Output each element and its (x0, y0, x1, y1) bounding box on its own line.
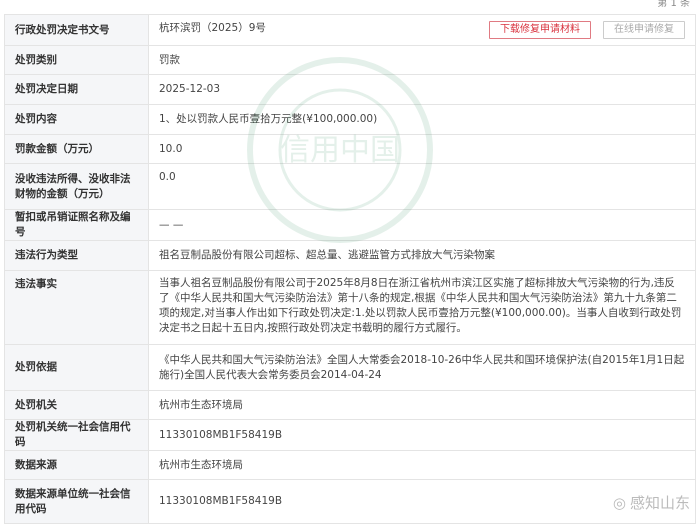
row-value: 罚款 (148, 45, 696, 75)
table-row: 没收违法所得、没收非法财物的金额（万元） 0.0 (4, 163, 696, 210)
table-row: 处罚内容 1、处以罚款人民币壹拾万元整(¥100,000.00) (4, 104, 696, 135)
row-label: 没收违法所得、没收非法财物的金额（万元） (4, 163, 149, 210)
row-value: — — (148, 209, 696, 241)
row-label: 处罚内容 (4, 104, 149, 135)
table-row: 行政处罚决定书文号 杭环滨罚（2025）9号 下载修复申请材料 在线申请修复 (4, 14, 696, 46)
penalty-record-table: 行政处罚决定书文号 杭环滨罚（2025）9号 下载修复申请材料 在线申请修复 处罚… (4, 14, 696, 524)
row-value: 杭环滨罚（2025）9号 下载修复申请材料 在线申请修复 (148, 14, 696, 46)
row-value: 0.0 (148, 163, 696, 210)
row-label: 数据来源 (4, 450, 149, 480)
row-label: 暂扣或吊销证照名称及编号 (4, 209, 149, 241)
row-label: 处罚类别 (4, 45, 149, 75)
download-repair-materials-button[interactable]: 下载修复申请材料 (489, 21, 591, 39)
row-value: 祖名豆制品股份有限公司超标、超总量、逃避监管方式排放大气污染物案 (148, 240, 696, 271)
row-value: 1、处以罚款人民币壹拾万元整(¥100,000.00) (148, 104, 696, 135)
table-row: 处罚机关统一社会信用代码 11330108MB1F58419B (4, 419, 696, 451)
table-row: 处罚依据 《中华人民共和国大气污染防治法》全国人大常委会2018-10-26中华… (4, 344, 696, 391)
row-value: 10.0 (148, 134, 696, 164)
row-label: 违法事实 (4, 270, 149, 345)
row-label: 处罚依据 (4, 344, 149, 391)
table-row: 数据来源 杭州市生态环境局 (4, 450, 696, 480)
decision-number: 杭环滨罚（2025）9号 (159, 22, 266, 34)
table-row: 暂扣或吊销证照名称及编号 — — (4, 209, 696, 241)
table-row: 违法事实 当事人祖名豆制品股份有限公司于2025年8月8日在浙江省杭州市滨江区实… (4, 270, 696, 345)
row-label: 处罚决定日期 (4, 74, 149, 105)
table-row: 违法行为类型 祖名豆制品股份有限公司超标、超总量、逃避监管方式排放大气污染物案 (4, 240, 696, 271)
row-label: 行政处罚决定书文号 (4, 14, 149, 46)
table-row: 处罚决定日期 2025-12-03 (4, 74, 696, 105)
row-value: 2025-12-03 (148, 74, 696, 105)
row-value: 杭州市生态环境局 (148, 390, 696, 420)
row-value: 《中华人民共和国大气污染防治法》全国人大常委会2018-10-26中华人民共和国… (148, 344, 696, 391)
row-label: 处罚机关 (4, 390, 149, 420)
row-value: 11330108MB1F58419B (148, 419, 696, 451)
table-row: 处罚机关 杭州市生态环境局 (4, 390, 696, 420)
online-repair-application-button[interactable]: 在线申请修复 (603, 21, 685, 39)
table-row: 处罚类别 罚款 (4, 45, 696, 75)
row-value: 杭州市生态环境局 (148, 450, 696, 480)
page-indicator: 第 1 条 (657, 0, 690, 9)
repair-actions: 下载修复申请材料 在线申请修复 (489, 21, 685, 39)
table-row: 罚款金额（万元） 10.0 (4, 134, 696, 164)
row-label: 处罚机关统一社会信用代码 (4, 419, 149, 451)
row-value: 当事人祖名豆制品股份有限公司于2025年8月8日在浙江省杭州市滨江区实施了超标排… (148, 270, 696, 345)
row-label: 违法行为类型 (4, 240, 149, 271)
row-label: 罚款金额（万元） (4, 134, 149, 164)
